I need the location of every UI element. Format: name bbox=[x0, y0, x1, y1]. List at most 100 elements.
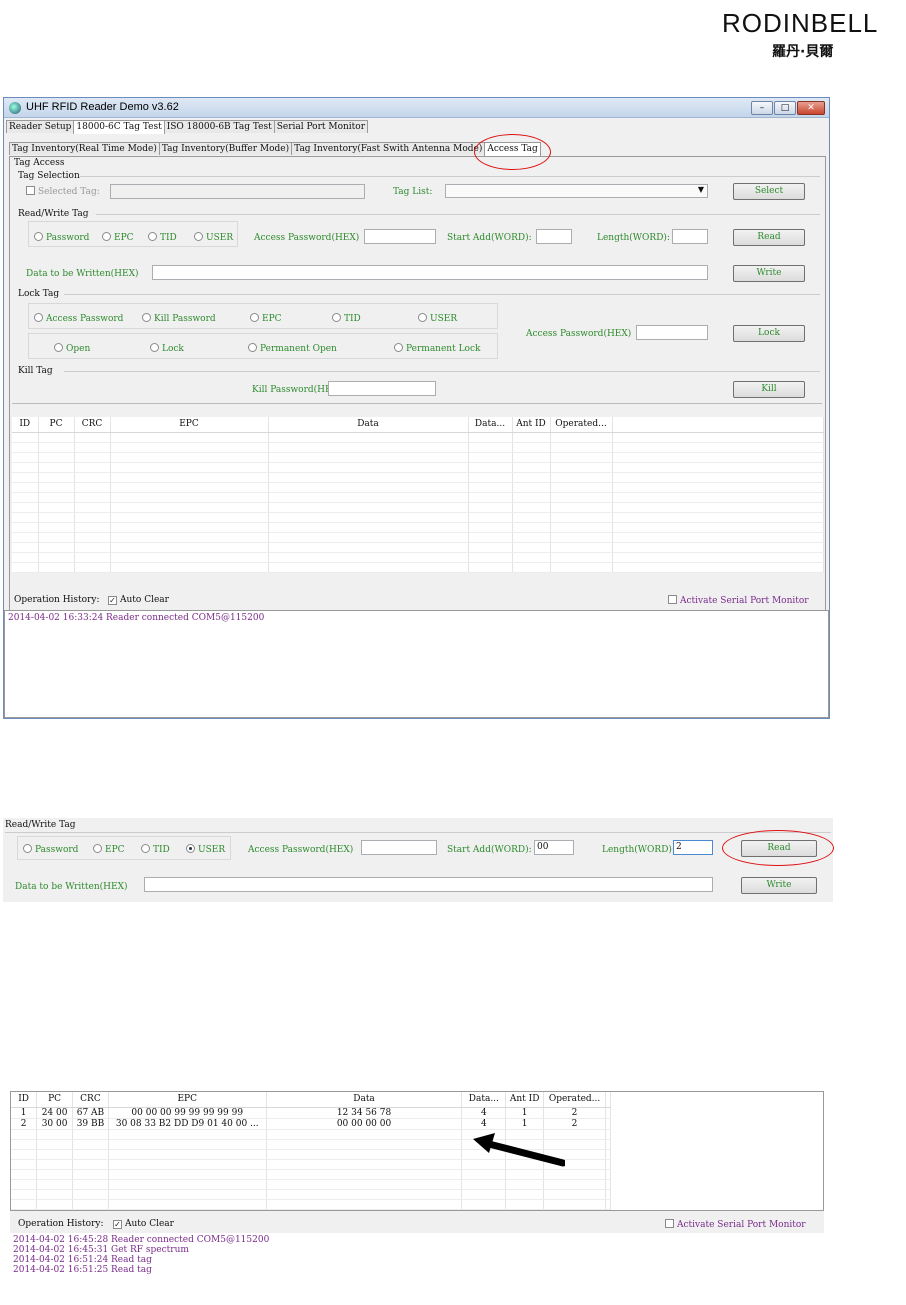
lock-access-password-input[interactable] bbox=[636, 325, 708, 340]
kill-button[interactable]: Kill bbox=[733, 381, 805, 398]
maximize-button[interactable]: □ bbox=[774, 101, 796, 115]
column-header[interactable]: Data... bbox=[461, 1092, 507, 1108]
selected-tag-field[interactable] bbox=[110, 184, 365, 199]
tab-reader-setup[interactable]: Reader Setup bbox=[6, 120, 75, 133]
table-row[interactable] bbox=[11, 1189, 611, 1200]
tag-list-dropdown[interactable]: ▼ bbox=[445, 184, 708, 198]
radio-epc[interactable]: EPC bbox=[93, 844, 125, 855]
table-row[interactable] bbox=[12, 512, 824, 523]
column-header[interactable]: Data... bbox=[468, 417, 513, 433]
lock-button[interactable]: Lock bbox=[733, 325, 805, 342]
radio-lock-epc[interactable]: EPC bbox=[250, 313, 282, 324]
radio-tid[interactable]: TID bbox=[141, 844, 170, 855]
column-header[interactable]: PC bbox=[36, 1092, 74, 1108]
close-button[interactable]: ✕ bbox=[797, 101, 825, 115]
table-row[interactable] bbox=[12, 492, 824, 503]
radio-label: Permanent Lock bbox=[406, 344, 481, 354]
column-header[interactable]: ID bbox=[11, 1092, 38, 1108]
data-written-input[interactable] bbox=[144, 877, 713, 892]
radio-lock[interactable]: Lock bbox=[150, 343, 184, 354]
radio-open[interactable]: Open bbox=[54, 343, 90, 354]
radio-user[interactable]: USER bbox=[186, 844, 225, 855]
table-cell bbox=[36, 1149, 74, 1160]
table-cell bbox=[11, 1199, 38, 1210]
title-bar: UHF RFID Reader Demo v3.62 – □ ✕ bbox=[4, 98, 829, 118]
length-input[interactable]: 2 bbox=[673, 840, 713, 855]
data-written-input[interactable] bbox=[152, 265, 708, 280]
column-header[interactable]: PC bbox=[38, 417, 75, 433]
radio-lock-user[interactable]: USER bbox=[418, 313, 457, 324]
column-header[interactable]: Operated... bbox=[550, 417, 613, 433]
select-button[interactable]: Select bbox=[733, 183, 805, 200]
write-button[interactable]: Write bbox=[741, 877, 817, 894]
tab-serial-port-monitor[interactable]: Serial Port Monitor bbox=[273, 120, 369, 133]
table-row[interactable] bbox=[11, 1179, 611, 1190]
write-button[interactable]: Write bbox=[733, 265, 805, 282]
column-header[interactable]: EPC bbox=[110, 417, 269, 433]
radio-permanent-lock[interactable]: Permanent Lock bbox=[394, 343, 480, 354]
radio-lock-tid[interactable]: TID bbox=[332, 313, 361, 324]
table-row[interactable] bbox=[12, 522, 824, 533]
radio-icon bbox=[142, 313, 151, 322]
table-row[interactable] bbox=[12, 462, 824, 473]
activate-serial-monitor-checkbox[interactable]: Activate Serial Port Monitor bbox=[668, 595, 809, 606]
access-password-input[interactable] bbox=[361, 840, 437, 855]
auto-clear-checkbox[interactable]: Auto Clear bbox=[108, 595, 169, 605]
table-row[interactable] bbox=[12, 452, 824, 463]
tab-18000-6c[interactable]: 18000-6C Tag Test bbox=[73, 120, 165, 134]
start-add-input[interactable]: 00 bbox=[534, 840, 574, 855]
table-row[interactable] bbox=[12, 432, 824, 443]
radio-permanent-open[interactable]: Permanent Open bbox=[248, 343, 337, 354]
radio-tid[interactable]: TID bbox=[148, 232, 177, 243]
radio-access-password[interactable]: Access Password bbox=[34, 313, 123, 324]
radio-user[interactable]: USER bbox=[194, 232, 233, 243]
table-row[interactable] bbox=[11, 1199, 611, 1210]
table-row[interactable]: 1 24 00 67 AB 00 00 00 99 99 99 99 99 12 34 … bbox=[11, 1107, 611, 1119]
table-cell bbox=[72, 1159, 109, 1170]
table-row[interactable]: 2 30 00 39 BB 30 08 33 B2 DD D9 01 40 00 ..… bbox=[11, 1118, 611, 1130]
minimize-button[interactable]: – bbox=[751, 101, 773, 115]
table-row[interactable] bbox=[12, 482, 824, 493]
radio-password[interactable]: Password bbox=[34, 232, 89, 243]
column-header[interactable]: CRC bbox=[74, 417, 111, 433]
column-header[interactable]: Data bbox=[268, 417, 469, 433]
kill-password-input[interactable] bbox=[328, 381, 436, 396]
radio-password[interactable]: Password bbox=[23, 844, 78, 855]
table-row[interactable] bbox=[12, 562, 824, 573]
table-row[interactable] bbox=[12, 442, 824, 453]
column-header[interactable]: Operated... bbox=[543, 1092, 606, 1108]
table-row[interactable] bbox=[12, 502, 824, 513]
tab-inventory-realtime[interactable]: Tag Inventory(Real Time Mode) bbox=[9, 142, 160, 155]
table-row[interactable] bbox=[12, 472, 824, 483]
column-header[interactable]: ID bbox=[12, 417, 39, 433]
activate-serial-monitor-checkbox[interactable]: Activate Serial Port Monitor bbox=[665, 1219, 806, 1230]
column-header[interactable]: EPC bbox=[108, 1092, 267, 1108]
radio-icon bbox=[186, 844, 195, 853]
read-button[interactable]: Read bbox=[733, 229, 805, 246]
auto-clear-checkbox[interactable]: Auto Clear bbox=[113, 1219, 174, 1229]
table-cell bbox=[108, 1199, 267, 1210]
column-header[interactable]: Ant ID bbox=[512, 417, 551, 433]
length-input[interactable] bbox=[672, 229, 708, 244]
table-cell bbox=[110, 542, 269, 553]
column-header[interactable]: CRC bbox=[72, 1092, 109, 1108]
access-password-input[interactable] bbox=[364, 229, 436, 244]
tab-iso-18000-6b[interactable]: ISO 18000-6B Tag Test bbox=[163, 120, 275, 133]
start-add-label: Start Add(WORD): bbox=[447, 233, 532, 243]
start-add-input[interactable] bbox=[536, 229, 572, 244]
column-header[interactable]: Ant ID bbox=[505, 1092, 545, 1108]
company-logo: RODINBELL 羅丹·貝爾 bbox=[722, 8, 882, 64]
tab-inventory-fast-switch[interactable]: Tag Inventory(Fast Swith Antenna Mode) bbox=[291, 142, 486, 155]
table-cell bbox=[74, 432, 111, 443]
selected-tag-checkbox[interactable]: Selected Tag: bbox=[26, 186, 100, 197]
table-row[interactable] bbox=[12, 552, 824, 563]
radio-epc[interactable]: EPC bbox=[102, 232, 134, 243]
column-header[interactable]: Data bbox=[266, 1092, 463, 1108]
table-cell bbox=[268, 472, 469, 483]
table-cell: 2 bbox=[11, 1118, 38, 1130]
tab-inventory-buffer[interactable]: Tag Inventory(Buffer Mode) bbox=[158, 142, 293, 155]
radio-kill-password[interactable]: Kill Password bbox=[142, 313, 216, 324]
table-cell bbox=[468, 512, 513, 523]
table-row[interactable] bbox=[12, 532, 824, 543]
table-row[interactable] bbox=[12, 542, 824, 553]
